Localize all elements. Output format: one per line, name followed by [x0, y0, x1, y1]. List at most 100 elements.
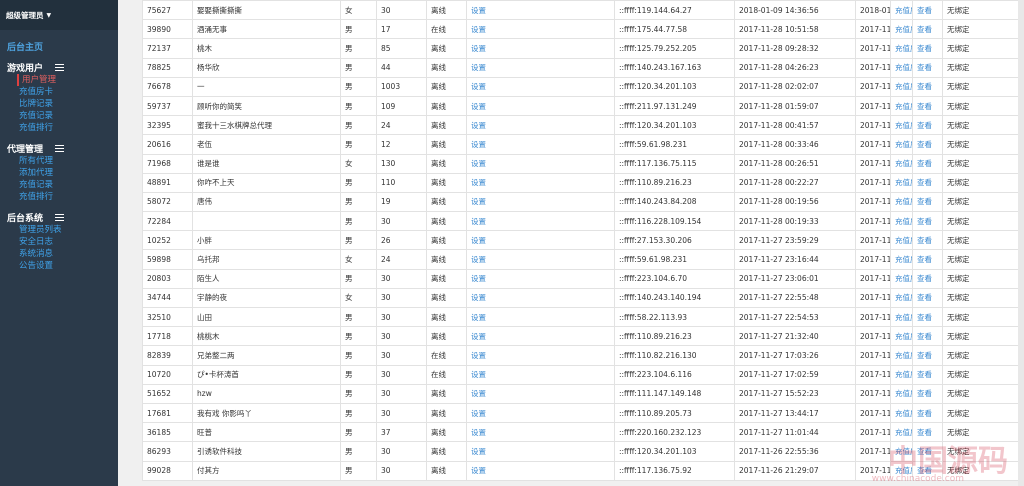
gender: 男 [340, 172, 377, 193]
set-status-link[interactable]: 设置 [466, 191, 615, 213]
set-status-link[interactable]: 设置 [466, 326, 615, 347]
set-status-link[interactable]: 设置 [466, 76, 615, 97]
sidebar-item[interactable]: 公告设置 [0, 260, 118, 272]
recharge-card-link[interactable]: 充值房卡 [890, 57, 913, 78]
set-status-link[interactable]: 设置 [466, 38, 615, 59]
set-status-link[interactable]: 设置 [466, 364, 615, 385]
nickname: 娶娶撕撕撕撕 [192, 0, 341, 21]
set-status-link[interactable]: 设置 [466, 306, 615, 328]
recharge-card-link[interactable]: 充值房卡 [890, 287, 913, 309]
set-status-link[interactable]: 设置 [466, 95, 615, 117]
recharge-card-link[interactable]: 充值房卡 [890, 268, 913, 289]
view-link[interactable]: 查看 [912, 191, 943, 213]
set-status-link[interactable]: 设置 [466, 422, 615, 443]
sidebar-home-link[interactable]: 后台主页 [0, 40, 118, 53]
view-link[interactable]: 查看 [912, 95, 943, 117]
gender: 男 [340, 268, 377, 289]
view-link[interactable]: 查看 [912, 249, 943, 270]
view-link[interactable]: 查看 [912, 134, 943, 155]
view-link[interactable]: 查看 [912, 19, 943, 40]
set-status-link[interactable]: 设置 [466, 57, 615, 78]
view-link[interactable]: 查看 [912, 402, 943, 424]
view-link[interactable]: 查看 [912, 306, 943, 328]
sidebar-item[interactable]: 充值房卡 [0, 86, 118, 98]
recharge-card-link[interactable]: 充值房卡 [890, 0, 913, 21]
register-time: 2017-11-18 00:05:12 [855, 38, 891, 59]
view-link[interactable]: 查看 [912, 345, 943, 366]
view-link[interactable]: 查看 [912, 211, 943, 232]
sidebar-item[interactable]: 管理员列表 [0, 224, 118, 236]
recharge-card-link[interactable]: 充值房卡 [890, 191, 913, 213]
recharge-card-link[interactable]: 充值房卡 [890, 19, 913, 40]
set-status-link[interactable]: 设置 [466, 211, 615, 232]
sidebar-group-title[interactable]: 代理管理 [0, 142, 118, 155]
sidebar-item[interactable]: 比牌记录 [0, 98, 118, 110]
sidebar-item[interactable]: 充值排行 [0, 122, 118, 134]
sidebar-item[interactable]: 系统消息 [0, 248, 118, 260]
set-status-link[interactable]: 设置 [466, 19, 615, 40]
view-link[interactable]: 查看 [912, 153, 943, 174]
set-status-link[interactable]: 设置 [466, 402, 615, 424]
sidebar-item[interactable]: 添加代理 [0, 167, 118, 179]
view-link[interactable]: 查看 [912, 230, 943, 251]
recharge-card-link[interactable]: 充值房卡 [890, 115, 913, 136]
recharge-card-link[interactable]: 充值房卡 [890, 230, 913, 251]
recharge-card-link[interactable]: 充值房卡 [890, 249, 913, 270]
view-link[interactable]: 查看 [912, 383, 943, 404]
set-status-link[interactable]: 设置 [466, 230, 615, 251]
card-count: 1003 [376, 76, 427, 97]
set-status-link[interactable]: 设置 [466, 249, 615, 270]
set-status-link[interactable]: 设置 [466, 134, 615, 155]
set-status-link[interactable]: 设置 [466, 460, 615, 481]
recharge-card-link[interactable]: 充值房卡 [890, 211, 913, 232]
view-link[interactable]: 查看 [912, 76, 943, 97]
sidebar-item[interactable]: 充值记录 [0, 179, 118, 191]
view-link[interactable]: 查看 [912, 364, 943, 385]
sidebar-group-title[interactable]: 后台系统 [0, 211, 118, 224]
set-status-link[interactable]: 设置 [466, 115, 615, 136]
online-status: 离线 [426, 230, 467, 251]
view-link[interactable]: 查看 [912, 326, 943, 347]
sidebar-item[interactable]: 安全日志 [0, 236, 118, 248]
ip-address: ::ffff:117.136.75.115 [614, 153, 735, 174]
set-status-link[interactable]: 设置 [466, 268, 615, 289]
recharge-card-link[interactable]: 充值房卡 [890, 172, 913, 193]
sidebar-group-label: 代理管理 [7, 145, 44, 155]
sidebar-group-title[interactable]: 游戏用户 [0, 61, 118, 74]
view-link[interactable]: 查看 [912, 287, 943, 309]
set-status-link[interactable]: 设置 [466, 172, 615, 193]
view-link[interactable]: 查看 [912, 268, 943, 289]
sidebar-item[interactable]: 充值记录 [0, 110, 118, 122]
ip-address: ::ffff:175.44.77.58 [614, 19, 735, 40]
nickname: 旺普 [192, 422, 341, 443]
set-status-link[interactable]: 设置 [466, 345, 615, 366]
recharge-card-link[interactable]: 充值房卡 [890, 364, 913, 385]
recharge-card-link[interactable]: 充值房卡 [890, 306, 913, 328]
bind-status: 无绑定 [942, 19, 1022, 40]
recharge-card-link[interactable]: 充值房卡 [890, 38, 913, 59]
set-status-link[interactable]: 设置 [466, 441, 615, 462]
last-login-time: 2017-11-27 17:02:59 [734, 364, 856, 385]
view-link[interactable]: 查看 [912, 57, 943, 78]
recharge-card-link[interactable]: 充值房卡 [890, 153, 913, 174]
set-status-link[interactable]: 设置 [466, 0, 615, 21]
set-status-link[interactable]: 设置 [466, 287, 615, 309]
view-link[interactable]: 查看 [912, 172, 943, 193]
view-link[interactable]: 查看 [912, 38, 943, 59]
sidebar-item[interactable]: 用户管理 [17, 74, 118, 86]
sidebar-item[interactable]: 所有代理 [0, 155, 118, 167]
recharge-card-link[interactable]: 充值房卡 [890, 95, 913, 117]
recharge-card-link[interactable]: 充值房卡 [890, 383, 913, 404]
admin-user-menu[interactable]: 超级管理员 ▼ [0, 0, 118, 30]
recharge-card-link[interactable]: 充值房卡 [890, 402, 913, 424]
recharge-card-link[interactable]: 充值房卡 [890, 345, 913, 366]
set-status-link[interactable]: 设置 [466, 153, 615, 174]
recharge-card-link[interactable]: 充值房卡 [890, 326, 913, 347]
recharge-card-link[interactable]: 充值房卡 [890, 76, 913, 97]
view-link[interactable]: 查看 [912, 0, 943, 21]
recharge-card-link[interactable]: 充值房卡 [890, 134, 913, 155]
gender: 男 [340, 383, 377, 404]
set-status-link[interactable]: 设置 [466, 383, 615, 404]
sidebar-item[interactable]: 充值排行 [0, 191, 118, 203]
view-link[interactable]: 查看 [912, 115, 943, 136]
